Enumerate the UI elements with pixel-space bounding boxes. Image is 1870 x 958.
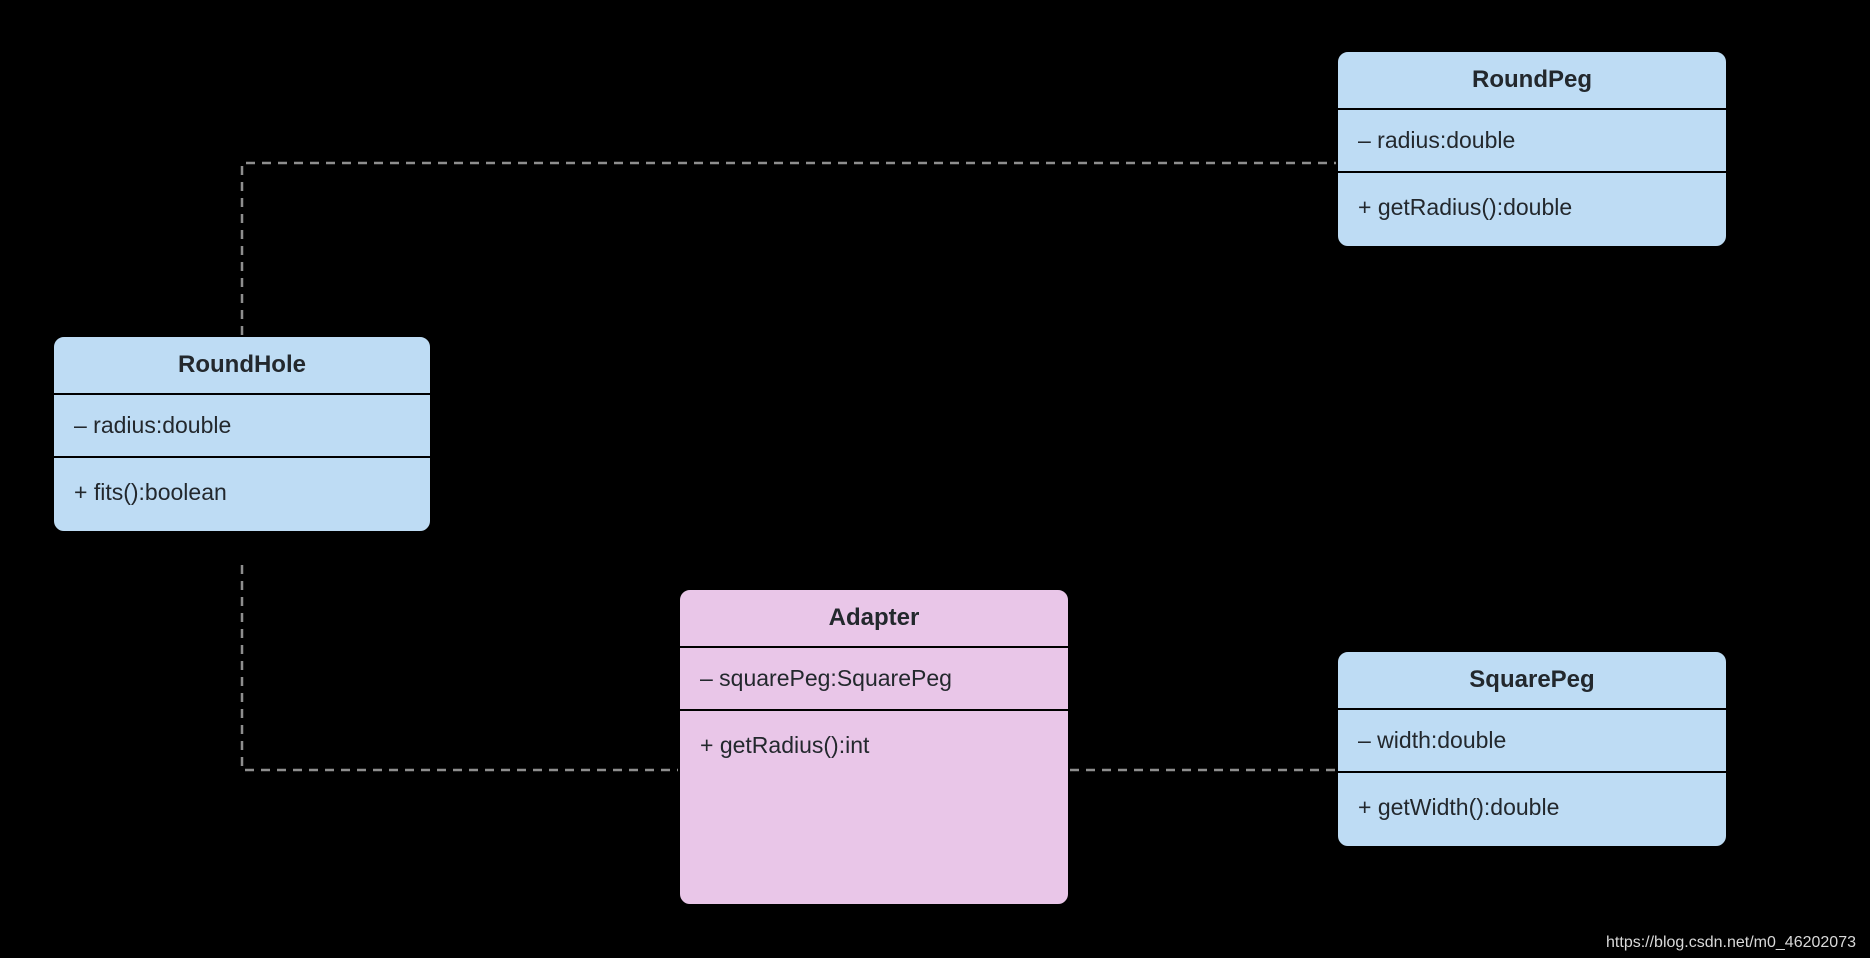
class-methods: + getWidth():double [1338,773,1726,846]
class-attributes: – radius:double [54,395,430,458]
class-attributes: – squarePeg:SquarePeg [680,648,1068,711]
class-attributes: – radius:double [1338,110,1726,173]
attribute: – squarePeg:SquarePeg [700,660,1048,697]
attribute: – radius:double [74,407,410,444]
class-roundhole: RoundHole – radius:double + fits():boole… [52,335,432,533]
attribute: – width:double [1358,722,1706,759]
class-title: Adapter [680,590,1068,648]
class-roundpeg: RoundPeg – radius:double + getRadius():d… [1336,50,1728,248]
class-methods: + getRadius():int [680,711,1068,871]
method: + getRadius():double [1358,189,1706,226]
class-title: RoundHole [54,337,430,395]
method: + getWidth():double [1358,789,1706,826]
class-methods: + fits():boolean [54,458,430,531]
method: + getRadius():int [700,727,1048,764]
class-title: SquarePeg [1338,652,1726,710]
method: + fits():boolean [74,474,410,511]
class-title: RoundPeg [1338,52,1726,110]
attribute: – radius:double [1358,122,1706,159]
connector-roundhole-adapter [242,565,678,770]
class-attributes: – width:double [1338,710,1726,773]
uml-diagram: RoundHole – radius:double + fits():boole… [0,0,1870,958]
class-squarepeg: SquarePeg – width:double + getWidth():do… [1336,650,1728,848]
class-methods: + getRadius():double [1338,173,1726,246]
watermark: https://blog.csdn.net/m0_46202073 [1606,934,1856,952]
class-adapter: Adapter – squarePeg:SquarePeg + getRadiu… [678,588,1070,906]
connector-roundhole-roundpeg [242,163,1336,335]
